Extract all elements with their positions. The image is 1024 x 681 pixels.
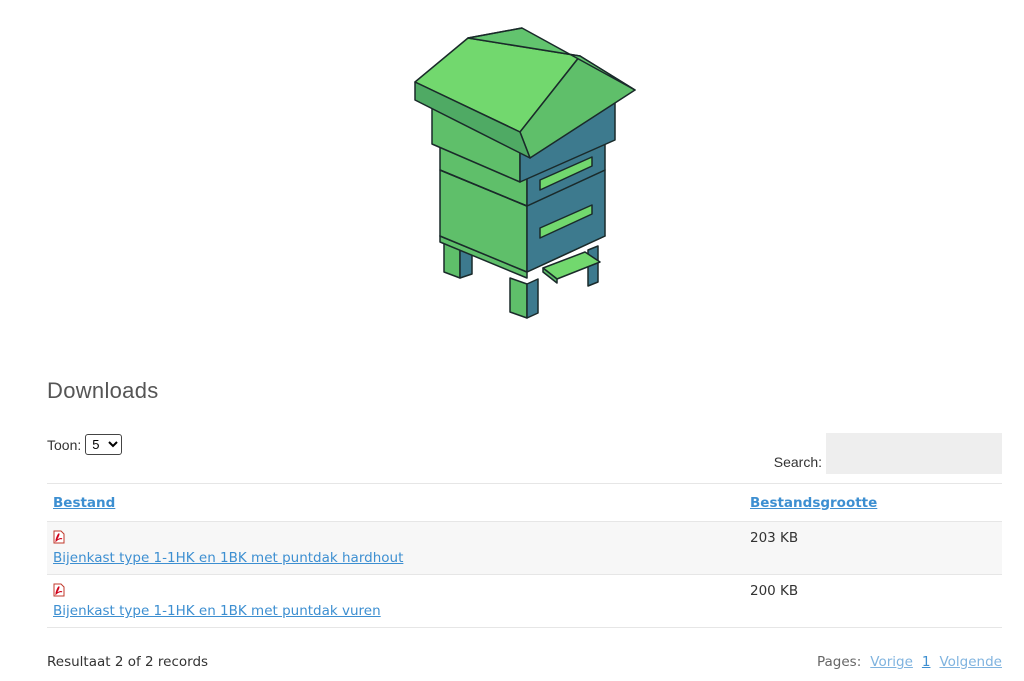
page-length-control: Toon: 5 xyxy=(47,434,123,455)
size-cell: 200 KB xyxy=(744,574,1002,628)
file-link[interactable]: Bijenkast type 1-1HK en 1BK met puntdak … xyxy=(53,550,738,566)
column-header-size[interactable]: Bestandsgrootte xyxy=(744,483,1002,522)
beehive-drawing xyxy=(414,27,636,319)
sort-by-file-link[interactable]: Bestand xyxy=(53,495,115,511)
column-header-file[interactable]: Bestand xyxy=(47,483,744,522)
beehive-image xyxy=(380,20,660,330)
file-cell: Bijenkast type 1-1HK en 1BK met puntdak … xyxy=(47,574,744,628)
search-label: Search: xyxy=(773,453,822,470)
page-length-select[interactable]: 5 xyxy=(85,434,123,455)
pdf-icon xyxy=(53,530,65,544)
page-1-link[interactable]: 1 xyxy=(922,654,931,670)
file-cell: Bijenkast type 1-1HK en 1BK met puntdak … xyxy=(47,521,744,575)
sort-by-size-link[interactable]: Bestandsgrootte xyxy=(750,495,877,511)
table-row: Bijenkast type 1-1HK en 1BK met puntdak … xyxy=(47,521,1002,575)
page-length-label: Toon: xyxy=(47,436,82,453)
next-page-link[interactable]: Volgende xyxy=(939,654,1002,670)
records-info: Resultaat 2 of 2 records xyxy=(47,654,209,670)
table-row: Bijenkast type 1-1HK en 1BK met puntdak … xyxy=(47,574,1002,628)
downloads-table: Bestand Bestandsgrootte Bijenkast type 1… xyxy=(47,483,1002,628)
table-header-row: Bestand Bestandsgrootte xyxy=(47,483,1002,522)
file-link[interactable]: Bijenkast type 1-1HK en 1BK met puntdak … xyxy=(53,603,738,619)
previous-page-link[interactable]: Vorige xyxy=(870,654,913,670)
search-control: Search: xyxy=(774,433,1002,474)
pages-label: Pages: xyxy=(817,654,862,670)
downloads-heading: Downloads xyxy=(47,378,159,403)
pdf-icon xyxy=(53,583,65,597)
pagination: Pages: Vorige 1 Volgende xyxy=(817,654,1002,670)
search-input[interactable] xyxy=(826,433,1002,474)
size-cell: 203 KB xyxy=(744,521,1002,575)
